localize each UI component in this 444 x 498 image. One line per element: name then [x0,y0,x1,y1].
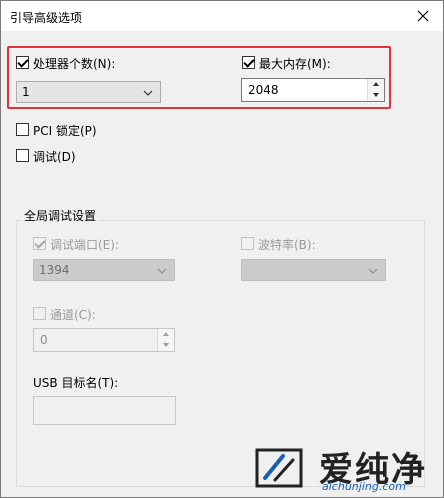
max-memory-label: 最大内存(M): [259,57,331,71]
spinner-buttons [157,329,174,351]
channel-spinner[interactable]: 0 [33,328,175,352]
advanced-boot-options-dialog: 引导高级选项 处理器个数(N): 1 最大内存(M): 2048 PCI 锁定( [0,0,444,498]
global-debug-group-title: 全局调试设置 [21,207,100,224]
watermark-logo-icon [255,448,303,488]
channel-checkbox[interactable] [33,307,46,320]
channel-value[interactable]: 0 [40,333,48,347]
usb-target-label: USB 目标名(T): [33,376,119,390]
baud-rate-select[interactable] [241,259,386,281]
triangle-up-icon [163,332,169,336]
spinner-buttons [367,79,384,101]
close-button[interactable] [411,4,435,28]
window-title: 引导高级选项 [10,11,83,25]
processors-label: 处理器个数(N): [33,57,116,71]
debug-port-label: 调试端口(E): [50,238,119,252]
channel-label: 通道(C): [50,308,96,322]
max-memory-checkbox[interactable] [242,56,255,69]
triangle-down-icon [163,343,169,347]
chevron-down-icon [143,90,153,96]
chevron-down-icon [368,268,378,274]
triangle-down-icon [373,93,379,97]
max-memory-value[interactable]: 2048 [248,83,279,97]
debug-checkbox[interactable] [16,149,29,162]
watermark-url: aichunjing.com [322,480,406,493]
pci-lock-label: PCI 锁定(P) [33,124,97,138]
usb-target-input[interactable] [33,396,176,425]
baud-rate-checkbox[interactable] [241,237,254,250]
chevron-down-icon [157,268,167,274]
pci-lock-checkbox[interactable] [16,123,29,136]
processors-select[interactable]: 1 [16,81,161,103]
debug-port-value: 1394 [39,263,70,277]
spinner-down-button[interactable] [368,90,384,101]
triangle-up-icon [373,82,379,86]
max-memory-spinner[interactable]: 2048 [241,78,385,102]
debug-port-select[interactable]: 1394 [33,259,175,281]
processors-checkbox[interactable] [16,56,29,69]
processors-value: 1 [22,85,30,99]
baud-rate-label: 波特率(B): [258,238,316,252]
watermark: 爱纯净 aichunjing.com [247,442,443,496]
title-bar: 引导高级选项 [1,1,443,31]
spinner-down-button[interactable] [158,340,174,351]
debug-port-checkbox[interactable] [33,237,46,250]
debug-label: 调试(D) [33,150,76,164]
close-icon [417,10,429,22]
